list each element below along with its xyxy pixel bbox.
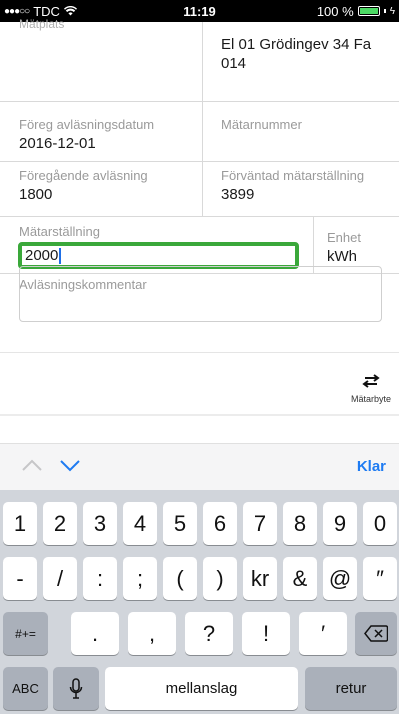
key-4[interactable]: 4 xyxy=(123,502,157,545)
key-period[interactable]: . xyxy=(71,612,119,655)
key-9[interactable]: 9 xyxy=(323,502,357,545)
keyboard-toolbar: Klar xyxy=(0,443,399,490)
key-comma[interactable]: , xyxy=(128,612,176,655)
key-ampersand[interactable]: & xyxy=(283,557,317,600)
unit-label: Enhet xyxy=(327,230,361,245)
swap-arrows-icon xyxy=(362,374,380,388)
divider xyxy=(0,352,399,353)
reading-input[interactable]: 2000 xyxy=(18,242,299,269)
key-double-quote[interactable]: ″ xyxy=(363,557,397,600)
dictation-key[interactable] xyxy=(53,667,99,710)
unit-value: kWh xyxy=(327,248,357,265)
meter-swap-button[interactable]: Mätarbyte xyxy=(344,374,398,404)
key-dash[interactable]: - xyxy=(3,557,37,600)
key-0[interactable]: 0 xyxy=(363,502,397,545)
signal-strength-icon: ●●●○○ xyxy=(4,5,30,17)
key-apostrophe[interactable]: ′ xyxy=(299,612,347,655)
prev-date-value: 2016-12-01 xyxy=(19,135,96,152)
prev-reading-label: Föregående avläsning xyxy=(19,168,148,183)
prev-date-row: Föreg avläsningsdatum 2016-12-01 Mätarnu… xyxy=(0,102,399,162)
key-exclamation[interactable]: ! xyxy=(242,612,290,655)
battery-percent: 100 % xyxy=(316,3,354,19)
key-close-paren[interactable]: ) xyxy=(203,557,237,600)
key-6[interactable]: 6 xyxy=(203,502,237,545)
measure-place-row: Mätplats El 01 Grödingev 34 Fa 014 xyxy=(0,17,399,102)
key-1[interactable]: 1 xyxy=(3,502,37,545)
text-caret xyxy=(59,247,62,264)
key-at[interactable]: @ xyxy=(323,557,357,600)
key-slash[interactable]: / xyxy=(43,557,77,600)
key-abc[interactable]: ABC xyxy=(3,667,48,710)
numeric-keyboard: 1 2 3 4 5 6 7 8 9 0 - / : ; ( ) kr & @ ″… xyxy=(0,490,399,714)
backspace-key[interactable] xyxy=(355,612,397,655)
battery-icon xyxy=(357,6,380,16)
key-open-paren[interactable]: ( xyxy=(163,557,197,600)
key-8[interactable]: 8 xyxy=(283,502,317,545)
key-5[interactable]: 5 xyxy=(163,502,197,545)
key-3[interactable]: 3 xyxy=(83,502,117,545)
meter-number-label: Mätarnummer xyxy=(221,117,302,132)
measure-place-label: Mätplats xyxy=(19,17,65,31)
key-more-symbols[interactable]: #+= xyxy=(3,612,48,655)
space-key[interactable]: mellanslag xyxy=(105,667,298,710)
backspace-icon xyxy=(364,625,388,642)
prev-reading-row: Föregående avläsning 1800 Förväntad mäta… xyxy=(0,162,399,217)
comment-input[interactable] xyxy=(19,266,382,322)
key-2[interactable]: 2 xyxy=(43,502,77,545)
key-semicolon[interactable]: ; xyxy=(123,557,157,600)
charging-icon: ϟ xyxy=(389,5,395,17)
chevron-up-icon[interactable] xyxy=(21,454,43,476)
key-question[interactable]: ? xyxy=(185,612,233,655)
return-key[interactable]: retur xyxy=(305,667,397,710)
expected-reading-label: Förväntad mätarställning xyxy=(221,168,365,183)
divider xyxy=(0,414,399,416)
expected-reading-value: 3899 xyxy=(221,186,255,203)
reading-label: Mätarställning xyxy=(19,224,100,239)
meter-swap-label: Mätarbyte xyxy=(350,394,392,404)
chevron-down-icon[interactable] xyxy=(59,454,81,476)
prev-reading-value: 1800 xyxy=(19,186,53,203)
key-7[interactable]: 7 xyxy=(243,502,277,545)
unit-cell: Enhet kWh xyxy=(313,217,399,273)
key-colon[interactable]: : xyxy=(83,557,117,600)
wifi-icon xyxy=(63,6,77,16)
microphone-icon xyxy=(69,677,83,699)
measure-place-value: El 01 Grödingev 34 Fa 014 xyxy=(221,36,372,72)
prev-date-label: Föreg avläsningsdatum xyxy=(19,117,155,132)
key-currency[interactable]: kr xyxy=(243,557,277,600)
done-button[interactable]: Klar xyxy=(357,458,386,475)
